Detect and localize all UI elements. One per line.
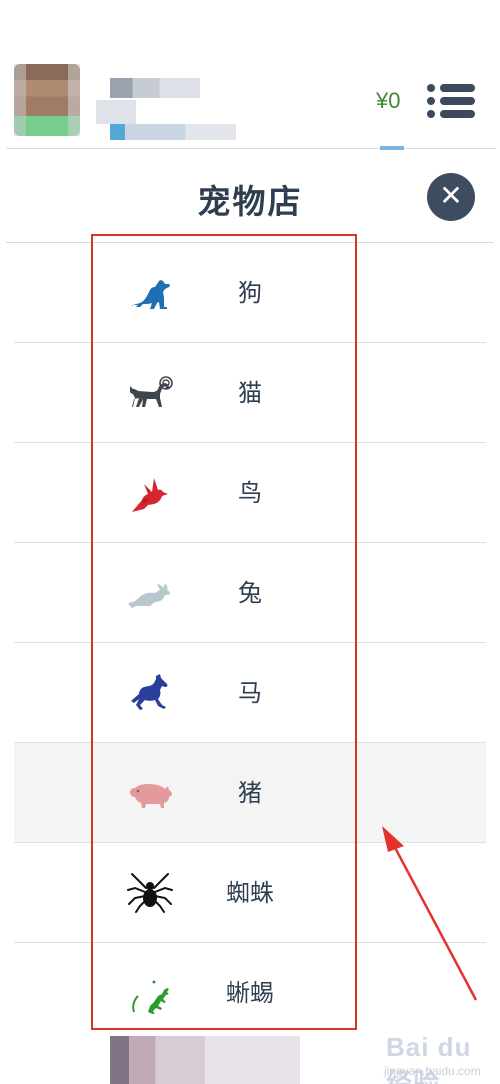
close-button[interactable]: ✕ bbox=[427, 173, 475, 221]
username-blurred bbox=[96, 76, 238, 144]
top-divider bbox=[6, 148, 496, 149]
bottom-blurred-content bbox=[110, 1036, 300, 1084]
menu-list-icon[interactable] bbox=[427, 84, 475, 118]
page-title: 宠物店 bbox=[197, 182, 303, 221]
avatar[interactable] bbox=[14, 64, 80, 136]
watermark-subtext: jingyan.baidu.com bbox=[384, 1064, 481, 1078]
annotation-highlight-box bbox=[91, 234, 357, 1030]
top-bar: ¥0 bbox=[0, 0, 500, 148]
decorative-mark bbox=[380, 146, 404, 150]
close-icon: ✕ bbox=[439, 179, 463, 212]
watermark-logo: Bai du 经验 jingyan.baidu.com bbox=[350, 1024, 500, 1084]
balance-amount: ¥0 bbox=[376, 88, 401, 113]
